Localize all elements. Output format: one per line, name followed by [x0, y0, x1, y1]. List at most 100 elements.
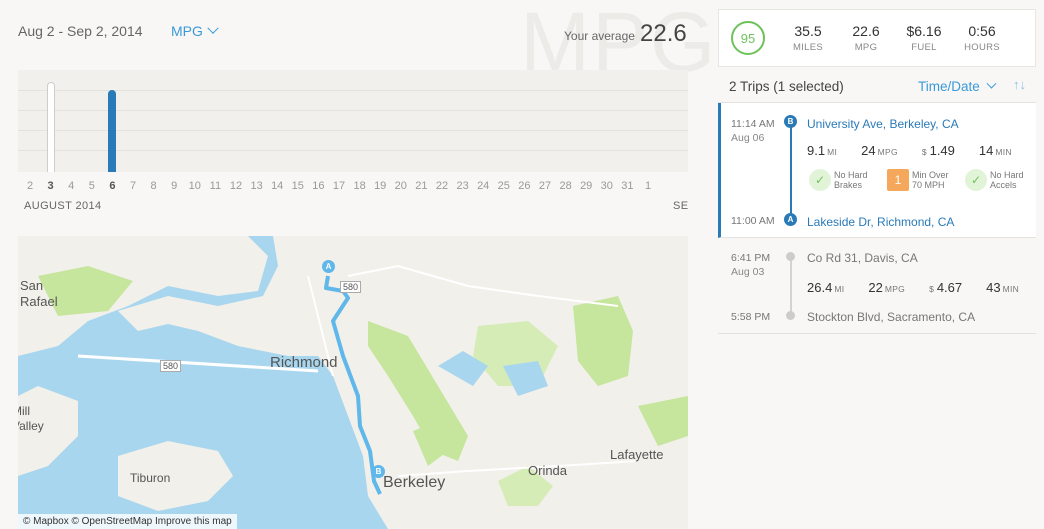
badge-no-hard-accels: ✓ No Hard Accels	[965, 169, 1037, 191]
sort-label: Time/Date	[918, 79, 980, 94]
day-axis: 2 3 4 5 6 7 8 9 10 11 12 13 14 15 16 17 18 19 20 21 22 23 24 25…	[18, 180, 698, 194]
map-label-san-rafael: San Rafael	[20, 278, 58, 309]
day-tick-4[interactable]: 4	[68, 180, 74, 192]
map-label-richmond: Richmond	[270, 354, 338, 371]
average-value: 22.6	[640, 20, 687, 47]
badge-no-hard-brakes: ✓ No Hard Brakes	[809, 169, 881, 191]
day-tick-16[interactable]: 16	[312, 180, 324, 192]
trip-start-dot	[786, 311, 795, 320]
trip-item-selected[interactable]: 11:14 AM Aug 06 B University Ave, Berkel…	[718, 103, 1036, 238]
map-canvas	[18, 236, 688, 529]
day-tick-31[interactable]: 31	[621, 180, 633, 192]
average-label: Your average	[564, 29, 635, 43]
trip-start-address[interactable]: Lakeside Dr, Richmond, CA	[807, 215, 954, 229]
check-icon: ✓	[809, 169, 831, 191]
day-tick-9[interactable]: 9	[171, 180, 177, 192]
day-tick-1[interactable]: 1	[645, 180, 651, 192]
map-pin-b[interactable]: B	[372, 465, 385, 478]
chevron-down-icon	[207, 22, 219, 34]
month-label: AUGUST 2014	[24, 200, 102, 212]
trip-timeline	[790, 121, 792, 217]
check-icon: ✓	[965, 169, 987, 191]
chart-bar-day-6[interactable]	[108, 90, 117, 172]
day-tick-18[interactable]: 18	[353, 180, 365, 192]
left-panel: MPG Aug 2 - Sep 2, 2014 MPG Your average…	[0, 0, 715, 529]
badge-min-over-70: 1 Min Over 70 MPH	[887, 169, 959, 191]
day-tick-11[interactable]: 11	[210, 180, 221, 192]
day-tick-21[interactable]: 21	[415, 180, 427, 192]
day-tick-23[interactable]: 23	[456, 180, 468, 192]
chart-gridline	[18, 110, 688, 111]
day-tick-8[interactable]: 8	[151, 180, 157, 192]
day-tick-24[interactable]: 24	[477, 180, 489, 192]
chevron-down-icon	[986, 78, 997, 89]
trip-end-time: 6:41 PM	[731, 252, 771, 264]
day-tick-14[interactable]: 14	[271, 180, 283, 192]
trips-header: 2 Trips (1 selected) Time/Date ↑↓	[718, 67, 1036, 103]
day-tick-25[interactable]: 25	[498, 180, 510, 192]
chart-gridline	[18, 90, 688, 91]
trips-panel: 95 35.5 MILES 22.6 MPG $6.16 FUEL 0:56 H…	[718, 9, 1036, 529]
map-label-tiburon: Tiburon	[130, 471, 171, 485]
trip-end-address[interactable]: Co Rd 31, Davis, CA	[807, 251, 918, 265]
highway-shield-580-east: 580	[340, 281, 362, 293]
trip-timeline	[790, 256, 792, 316]
trip-item[interactable]: 6:41 PM Aug 03 Co Rd 31, Davis, CA 26.4 M…	[718, 238, 1036, 334]
trip-stats: 26.4 MI 22 MPG $4.67 43 MIN	[807, 280, 1020, 295]
warning-icon: 1	[887, 169, 909, 191]
chart-gridline	[18, 130, 688, 131]
trip-start-time: 11:00 AM	[731, 215, 775, 227]
trip-start-time: 5:58 PM	[731, 311, 771, 323]
day-tick-13[interactable]: 13	[250, 180, 262, 192]
day-tick-7[interactable]: 7	[130, 180, 136, 192]
trip-date: Aug 06	[731, 132, 765, 144]
next-month-label: SE	[673, 200, 689, 212]
map-label-lafayette: Lafayette	[610, 447, 664, 462]
sort-direction-icon[interactable]: ↑↓	[1013, 77, 1026, 92]
day-tick-20[interactable]: 20	[395, 180, 407, 192]
day-tick-27[interactable]: 27	[539, 180, 551, 192]
summary-miles: 35.5 MILES	[792, 23, 823, 53]
chart-bar-day-3[interactable]	[46, 82, 55, 172]
chart-gridline	[18, 150, 688, 151]
map-pin-a[interactable]: A	[322, 260, 335, 273]
day-tick-5[interactable]: 5	[89, 180, 95, 192]
trip-end-pin: B	[784, 115, 797, 128]
day-tick-10[interactable]: 10	[189, 180, 201, 192]
trip-stats: 9.1 MI 24 MPG $1.49 14 MIN	[807, 143, 1012, 158]
highway-shield-580: 580	[160, 360, 182, 372]
day-tick-26[interactable]: 26	[518, 180, 530, 192]
trip-end-address[interactable]: University Ave, Berkeley, CA	[807, 117, 959, 131]
day-tick-2[interactable]: 2	[27, 180, 33, 192]
sort-dropdown[interactable]: Time/Date	[918, 78, 997, 94]
day-tick-19[interactable]: 19	[374, 180, 386, 192]
day-tick-15[interactable]: 15	[292, 180, 304, 192]
map-attribution[interactable]: © Mapbox © OpenStreetMap Improve this ma…	[18, 514, 237, 529]
trip-end-dot	[786, 252, 795, 261]
trip-start-address[interactable]: Stockton Blvd, Sacramento, CA	[807, 310, 975, 324]
trip-start-pin: A	[784, 213, 797, 226]
trips-count: 2 Trips (1 selected)	[729, 79, 844, 94]
summary-hours: 0:56 HOURS	[964, 23, 1000, 53]
day-tick-28[interactable]: 28	[559, 180, 571, 192]
mpg-bar-chart	[18, 70, 688, 172]
map-label-orinda: Orinda	[528, 463, 568, 478]
summary-fuel: $6.16 FUEL	[906, 23, 942, 53]
day-tick-3[interactable]: 3	[48, 180, 54, 192]
metric-dropdown[interactable]: MPG	[171, 22, 219, 39]
trip-summary: 95 35.5 MILES 22.6 MPG $6.16 FUEL 0:56 H…	[718, 9, 1036, 67]
day-tick-6[interactable]: 6	[109, 180, 115, 192]
trip-map[interactable]: San Rafael Richmond Berkeley Orinda Lafa…	[18, 236, 688, 529]
driving-score: 95	[731, 21, 765, 55]
day-tick-29[interactable]: 29	[580, 180, 592, 192]
date-range-selector[interactable]: Aug 2 - Sep 2, 2014	[18, 23, 143, 39]
day-tick-12[interactable]: 12	[230, 180, 242, 192]
metric-dropdown-label: MPG	[171, 23, 203, 39]
day-tick-30[interactable]: 30	[601, 180, 613, 192]
summary-mpg: 22.6 MPG	[852, 23, 880, 53]
trip-badges: ✓ No Hard Brakes 1 Min Over 70 MPH ✓ No Ha…	[809, 169, 1037, 191]
day-tick-22[interactable]: 22	[436, 180, 448, 192]
trip-end-time: 11:14 AM	[731, 118, 775, 130]
trip-date: Aug 03	[731, 266, 765, 278]
day-tick-17[interactable]: 17	[333, 180, 345, 192]
